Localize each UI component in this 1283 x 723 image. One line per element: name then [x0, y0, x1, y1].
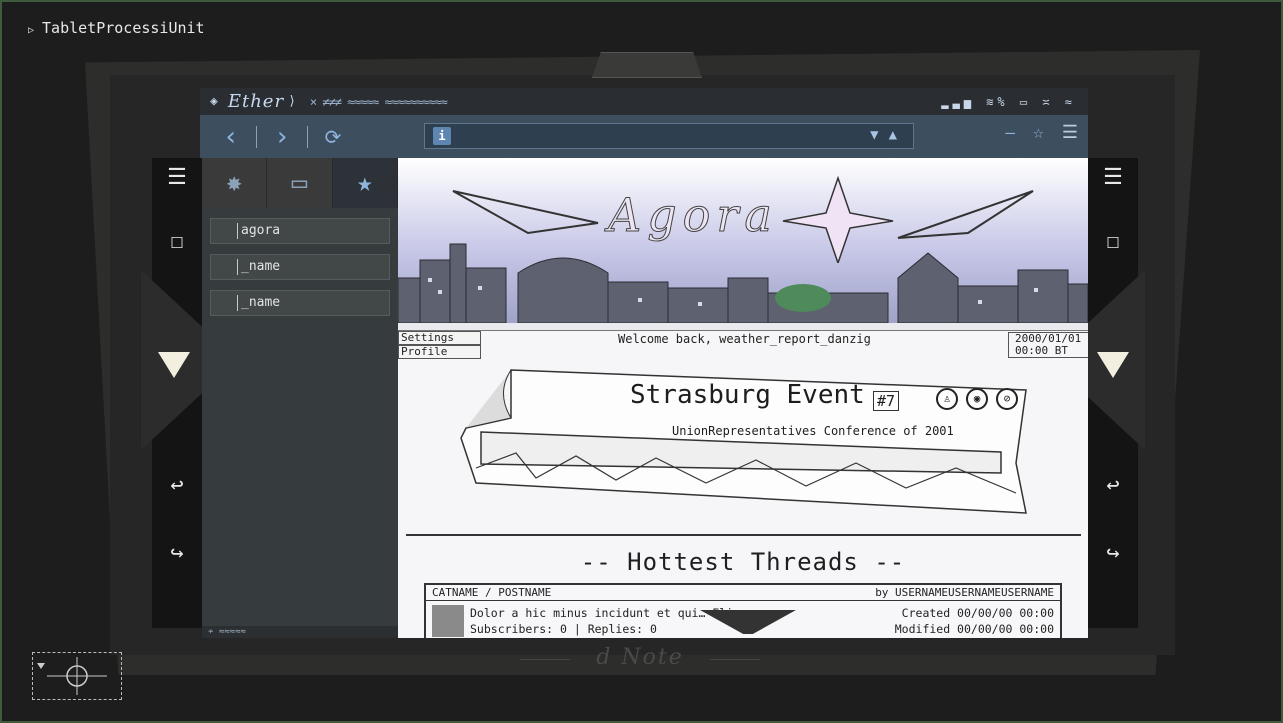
title-chevron-icon: ⟩ — [288, 94, 296, 109]
event-title: Strasburg Event — [630, 380, 865, 410]
status-icons: ▂▃▅ ≋% ▭ ≍ ≈ — [941, 94, 1076, 109]
chevron-left-icon: ‹ — [223, 121, 239, 152]
thread-body: Dolor a hic minus incidunt et qui… Elige… — [470, 605, 761, 637]
sidebar-item-name-1[interactable]: _name — [210, 254, 390, 280]
tab-folders[interactable]: ▭ — [267, 158, 333, 208]
banner-strip — [398, 323, 1088, 331]
address-dropdown-icons[interactable]: ▼▲ — [870, 127, 907, 143]
menu-icon: ☰ — [167, 164, 187, 190]
right-menu-button[interactable]: ☰ — [1088, 160, 1138, 194]
debug-panel-toggle[interactable]: ▷ TabletProcessiUnit — [28, 19, 205, 37]
sidebar-item-label: _name — [241, 295, 281, 310]
event-subtitle: UnionRepresentatives Conference of 2001 — [672, 424, 954, 438]
sidebar-footer: ≁ ≈≈≈≈≈ — [202, 626, 398, 638]
info-icon: i — [433, 127, 451, 145]
nav-dash: — — [1005, 123, 1016, 142]
window-icon: ☐ — [1106, 228, 1120, 254]
menu-icon: ☰ — [1103, 164, 1123, 190]
sidebar: ✸ ▭ ★ agora _name _name ≁ ≈≈≈≈≈ — [202, 158, 398, 638]
browser-logo-icon: ◈ — [210, 94, 218, 109]
sidebar-tabs: ✸ ▭ ★ — [202, 158, 398, 208]
browser-menu-button[interactable]: ☰ — [1062, 122, 1078, 143]
nav-separator — [307, 125, 308, 148]
person-icon[interactable]: ♙ — [936, 388, 958, 410]
bookmark-star-button[interactable]: ☆ — [1033, 122, 1044, 143]
forward-arrow-icon: ↪ — [1106, 540, 1120, 566]
window-icon: ☐ — [170, 228, 184, 254]
tablet-top-slot — [592, 52, 702, 78]
reload-icon: ⟳ — [324, 124, 342, 149]
left-scroll-down-button[interactable] — [158, 352, 190, 378]
section-divider — [406, 534, 1081, 536]
agora-banner: Agora — [398, 158, 1088, 323]
date-time-box: 2000/01/01 00:00 BT — [1008, 332, 1088, 358]
title-scribble: × ≠≠≠ ≈≈≈≈≈ ≈≈≈≈≈≈≈≈≈≈ — [309, 94, 448, 109]
tab-recent[interactable]: ✸ — [202, 158, 268, 208]
thread-modified: Modified 00/00/00 00:00 — [894, 622, 1054, 636]
settings-tab[interactable]: Settings — [398, 331, 481, 345]
browser-title-bar: ◈ Ether ⟩ × ≠≠≠ ≈≈≈≈≈ ≈≈≈≈≈≈≈≈≈≈ ▂▃▅ ≋% … — [200, 88, 1088, 115]
sidebar-item-agora[interactable]: agora — [210, 218, 390, 244]
right-window-button[interactable]: ☐ — [1088, 224, 1138, 258]
forward-arrow-icon: ↪ — [170, 540, 184, 566]
folder-icon: ▭ — [291, 168, 308, 198]
debug-label-text: TabletProcessiUnit — [42, 19, 205, 37]
thread-header: CATNAME / POSTNAME by USERNAMEUSERNAMEUS… — [426, 585, 1060, 601]
sidebar-item-label: _name — [241, 259, 281, 274]
globe-icon[interactable]: ◉ — [966, 388, 988, 410]
nav-right-controls: — ☆ ☰ — [1005, 122, 1078, 143]
sidebar-item-name-2[interactable]: _name — [210, 290, 390, 316]
thread-category[interactable]: CATNAME / POSTNAME — [432, 585, 551, 600]
nav-forward-button[interactable]: › — [261, 115, 303, 158]
thread-stats: Subscribers: 0 | Replies: 0 — [470, 622, 657, 636]
hottest-threads-heading: -- Hottest Threads -- — [580, 548, 906, 576]
chevron-right-icon: › — [274, 121, 290, 152]
nav-reload-button[interactable]: ⟳ — [312, 115, 354, 158]
left-window-button[interactable]: ☐ — [152, 224, 202, 258]
thread-timestamps: Created 00/00/00 00:00 Modified 00/00/00… — [895, 605, 1054, 637]
web-content: Agora Settings Profile Welcome back, wea… — [398, 158, 1088, 638]
left-forward-button[interactable]: ↪ — [152, 536, 202, 570]
event-icon-group: ♙ ◉ ⊘ — [936, 388, 1018, 410]
right-forward-button[interactable]: ↪ — [1088, 536, 1138, 570]
back-arrow-icon: ↩ — [170, 472, 184, 498]
thread-author[interactable]: by USERNAMEUSERNAMEUSERNAME — [875, 585, 1054, 600]
welcome-message: Welcome back, weather_report_danzig — [618, 332, 871, 346]
star-icon: ★ — [356, 168, 373, 198]
sidebar-item-label: agora — [241, 223, 281, 238]
address-bar[interactable]: i ▼▲ — [424, 123, 914, 149]
thread-thumbnail — [432, 605, 464, 637]
tab-favorites[interactable]: ★ — [332, 158, 398, 208]
profile-tab[interactable]: Profile — [398, 345, 481, 359]
time-text: 00:00 BT — [1015, 344, 1068, 357]
nav-back-button[interactable]: ‹ — [210, 115, 252, 158]
right-scroll-down-button[interactable] — [1097, 352, 1129, 378]
browser-name: Ether — [227, 91, 285, 112]
banner-title: Agora — [608, 188, 778, 243]
thread-created: Created 00/00/00 00:00 — [901, 606, 1054, 620]
left-menu-button[interactable]: ☰ — [152, 160, 202, 194]
right-back-button[interactable]: ↩ — [1088, 468, 1138, 502]
crosshair-icon — [32, 652, 122, 700]
burst-icon: ✸ — [226, 168, 242, 198]
expand-triangle-icon: ▷ — [28, 25, 35, 36]
tablet-brand-label: d Note — [520, 645, 760, 670]
event-number-badge: #7 — [873, 391, 900, 411]
left-back-button[interactable]: ↩ — [152, 468, 202, 502]
back-arrow-icon: ↩ — [1106, 472, 1120, 498]
no-entry-icon[interactable]: ⊘ — [996, 388, 1018, 410]
nav-separator — [256, 125, 257, 148]
browser-nav-bar: ‹ › ⟳ i ▼▲ — ☆ ☰ — [200, 115, 1088, 158]
